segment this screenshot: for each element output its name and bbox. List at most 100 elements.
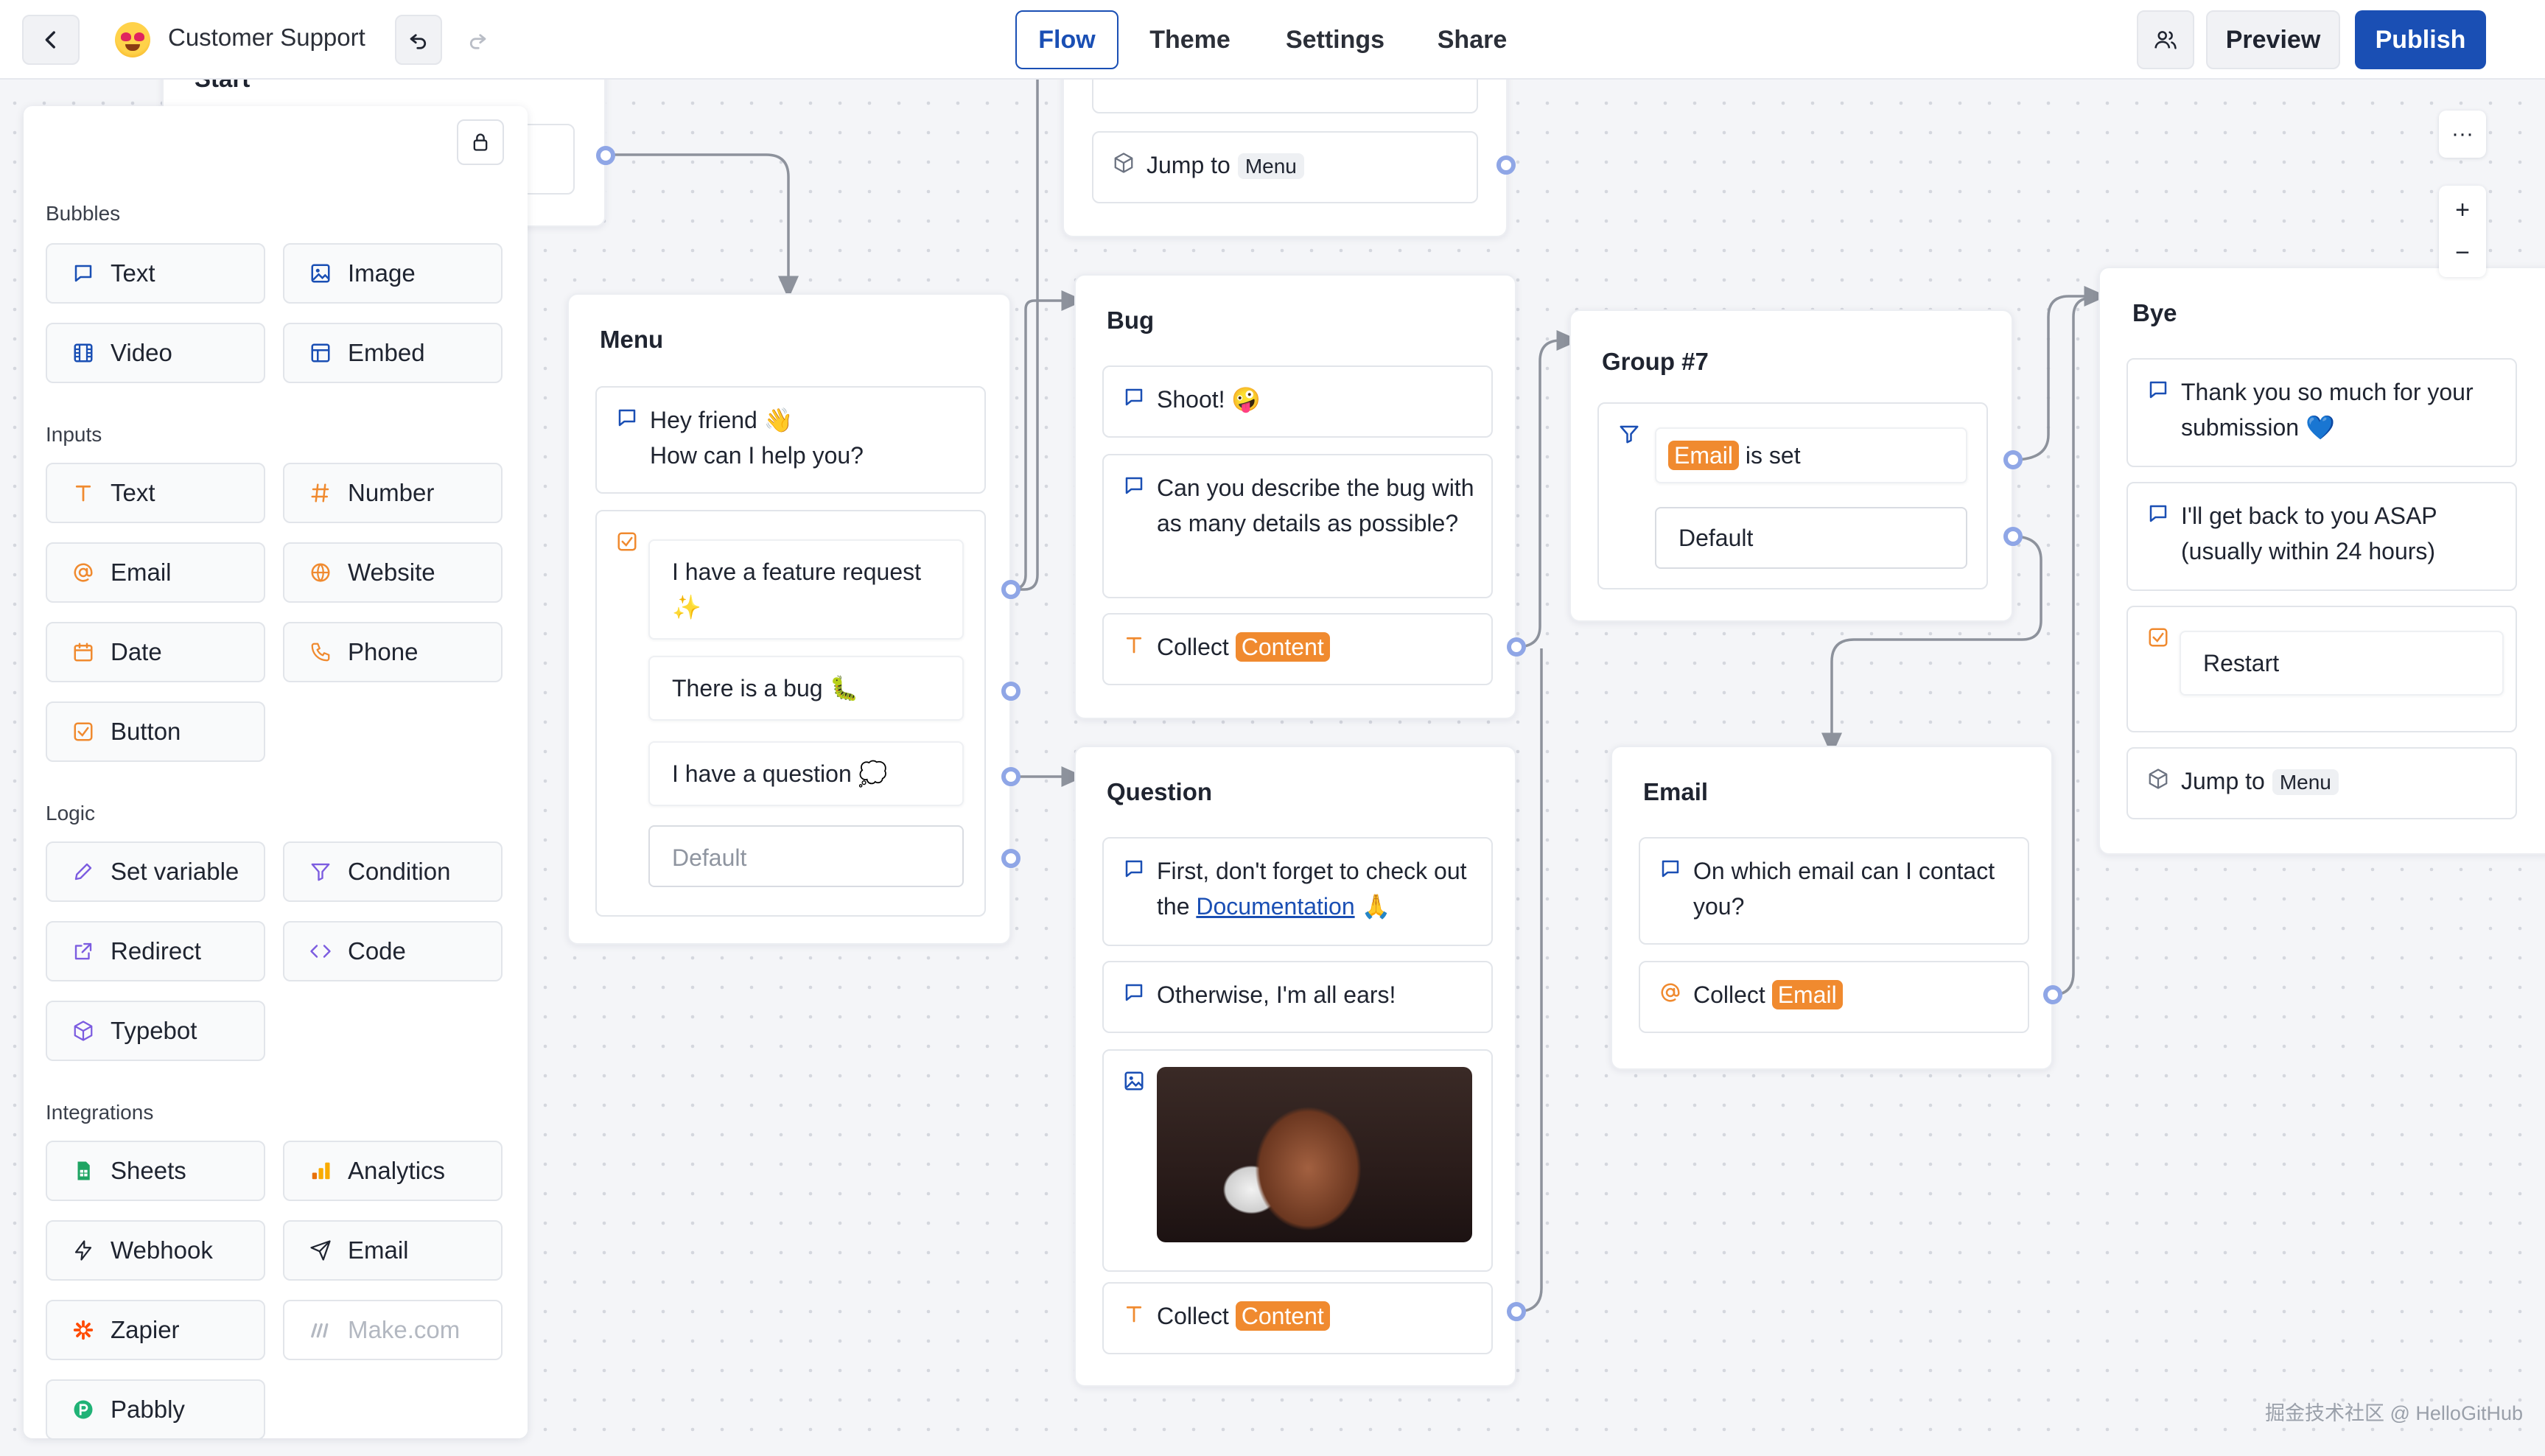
port-start[interactable] <box>596 146 615 165</box>
block-integration-email[interactable]: Email <box>283 1220 503 1281</box>
port-condition-email[interactable] <box>2003 450 2023 469</box>
tab-share[interactable]: Share <box>1415 10 1530 69</box>
choice-question[interactable]: I have a question 💭 <box>648 741 964 806</box>
zoom-out-button[interactable]: − <box>2439 234 2486 271</box>
bye-jump-block[interactable]: Jump to Menu <box>2126 747 2517 819</box>
tab-settings[interactable]: Settings <box>1272 10 1398 69</box>
condition-default[interactable]: Default <box>1655 507 1967 569</box>
block-logic-typebot[interactable]: Typebot <box>46 1001 265 1061</box>
question-msg-2: Otherwise, I'm all ears! <box>1157 981 1396 1008</box>
collaborators-button[interactable] <box>2137 10 2194 69</box>
bug-collect-input[interactable]: Collect Content <box>1102 613 1493 685</box>
block-input-text[interactable]: Text <box>46 463 265 523</box>
menu-buttons-block[interactable]: I have a feature request ✨ There is a bu… <box>595 510 986 917</box>
bug-msg-1: Shoot! 🤪 <box>1157 386 1261 413</box>
condition-block[interactable]: Email is set Default <box>1597 402 1988 589</box>
zoom-in-button[interactable]: + <box>2439 192 2486 228</box>
block-input-website[interactable]: Website <box>283 542 503 603</box>
choice-restart[interactable]: Restart <box>2180 631 2504 696</box>
text-input-icon <box>71 480 96 505</box>
preview-button[interactable]: Preview <box>2206 10 2340 69</box>
bye-asap-bubble[interactable]: I'll get back to you ASAP (usually withi… <box>2126 482 2517 591</box>
more-options-button[interactable]: ··· <box>2439 111 2486 158</box>
undo-button[interactable] <box>395 15 442 65</box>
block-input-date[interactable]: Date <box>46 622 265 682</box>
group-question[interactable]: Question First, don't forget to check ou… <box>1074 746 1516 1387</box>
port-condition-default[interactable] <box>2003 527 2023 546</box>
calendar-icon <box>71 640 96 665</box>
block-bubble-text[interactable]: Text <box>46 243 265 304</box>
block-input-phone[interactable]: Phone <box>283 622 503 682</box>
choice-bug[interactable]: There is a bug 🐛 <box>648 656 964 721</box>
question-collect-var: Content <box>1235 1301 1330 1331</box>
port-question-collect[interactable] <box>1507 1302 1526 1321</box>
group-menu[interactable]: Menu Hey friend 👋 How can I help you? I h… <box>567 293 1011 945</box>
block-logic-condition[interactable]: Condition <box>283 841 503 902</box>
port-menu-default[interactable] <box>1001 849 1021 868</box>
bye-thanks-bubble[interactable]: Thank you so much for your submission 💙 <box>2126 358 2517 467</box>
block-input-number[interactable]: Number <box>283 463 503 523</box>
block-input-button[interactable]: Button <box>46 701 265 762</box>
lock-sidebar-button[interactable] <box>457 119 504 165</box>
bye-restart-block[interactable]: Restart <box>2126 606 2517 732</box>
port-top-group[interactable] <box>1496 155 1516 175</box>
port-bug[interactable] <box>1001 682 1021 701</box>
group-bye[interactable]: Bye Thank you so much for your submissio… <box>2098 267 2545 855</box>
question-collect-input[interactable]: Collect Content <box>1102 1282 1493 1354</box>
block-integration-pabbly[interactable]: Pabbly <box>46 1379 265 1440</box>
condition-email-set[interactable]: Email is set <box>1655 427 1967 483</box>
tab-theme[interactable]: Theme <box>1135 10 1245 69</box>
publish-button[interactable]: Publish <box>2355 10 2486 69</box>
question-collect-label: Collect <box>1157 1303 1229 1329</box>
bug-describe-bubble[interactable]: Can you describe the bug with as many de… <box>1102 454 1493 598</box>
block-integration-zapier[interactable]: Zapier <box>46 1300 265 1360</box>
chat-bubble-icon <box>1662 860 1679 878</box>
block-integration-webhook[interactable]: Webhook <box>46 1220 265 1281</box>
port-feature-request[interactable] <box>1001 580 1021 599</box>
block-logic-set-variable[interactable]: Set variable <box>46 841 265 902</box>
sheets-icon <box>71 1158 96 1183</box>
block-logic-code[interactable]: Code <box>283 921 503 981</box>
group-email[interactable]: Email On which email can I contact you? … <box>1611 746 2053 1070</box>
zapier-icon <box>71 1317 96 1343</box>
block-input-email[interactable]: Email <box>46 542 265 603</box>
external-link-icon <box>71 939 96 964</box>
bug-collect-var: Content <box>1235 632 1330 662</box>
redo-button[interactable] <box>454 15 501 65</box>
port-bug-collect[interactable] <box>1507 637 1526 657</box>
make-icon <box>308 1317 333 1343</box>
group-7[interactable]: Group #7 Email is set Default <box>1569 309 2013 622</box>
block-integration-sheets[interactable]: Sheets <box>46 1141 265 1201</box>
email-question-bubble[interactable]: On which email can I contact you? <box>1639 837 2029 945</box>
port-question[interactable] <box>1001 767 1021 786</box>
block-integration-analytics[interactable]: Analytics <box>283 1141 503 1201</box>
menu-greeting-bubble[interactable]: Hey friend 👋 How can I help you? <box>595 386 986 494</box>
port-email-collect[interactable] <box>2043 985 2062 1004</box>
choice-default[interactable]: Default <box>648 825 964 887</box>
jump-block-top[interactable]: Jump to Menu <box>1092 131 1478 203</box>
bot-title[interactable]: Customer Support <box>168 24 365 52</box>
bug-shoot-bubble[interactable]: Shoot! 🤪 <box>1102 365 1493 438</box>
bot-emoji-icon[interactable] <box>115 22 150 57</box>
logic-section-title: Logic <box>46 802 95 825</box>
block-label: Image <box>348 259 416 287</box>
chat-bubble-icon <box>2149 505 2167 522</box>
edge-bug-collect <box>1516 330 1580 648</box>
watermark: 掘金技术社区 @ HelloGitHub <box>2265 1402 2523 1424</box>
block-bubble-image[interactable]: Image <box>283 243 503 304</box>
group-bug[interactable]: Bug Shoot! 🤪 Can you describe the bug wi… <box>1074 274 1516 719</box>
documentation-link[interactable]: Documentation <box>1196 893 1354 920</box>
choice-feature-request[interactable]: I have a feature request ✨ <box>648 539 964 640</box>
tab-flow[interactable]: Flow <box>1015 10 1119 69</box>
block-bubble-video[interactable]: Video <box>46 323 265 383</box>
users-icon <box>2154 31 2177 49</box>
lock-icon <box>473 133 488 151</box>
back-button[interactable] <box>22 15 80 65</box>
email-collect-input[interactable]: Collect Email <box>1639 961 2029 1033</box>
block-logic-redirect[interactable]: Redirect <box>46 921 265 981</box>
question-ears-bubble[interactable]: Otherwise, I'm all ears! <box>1102 961 1493 1033</box>
question-docs-bubble[interactable]: First, don't forget to check out the Doc… <box>1102 837 1493 946</box>
block-bubble-embed[interactable]: Embed <box>283 323 503 383</box>
cube-icon <box>71 1018 96 1043</box>
block-integration-make[interactable]: Make.com <box>283 1300 503 1360</box>
